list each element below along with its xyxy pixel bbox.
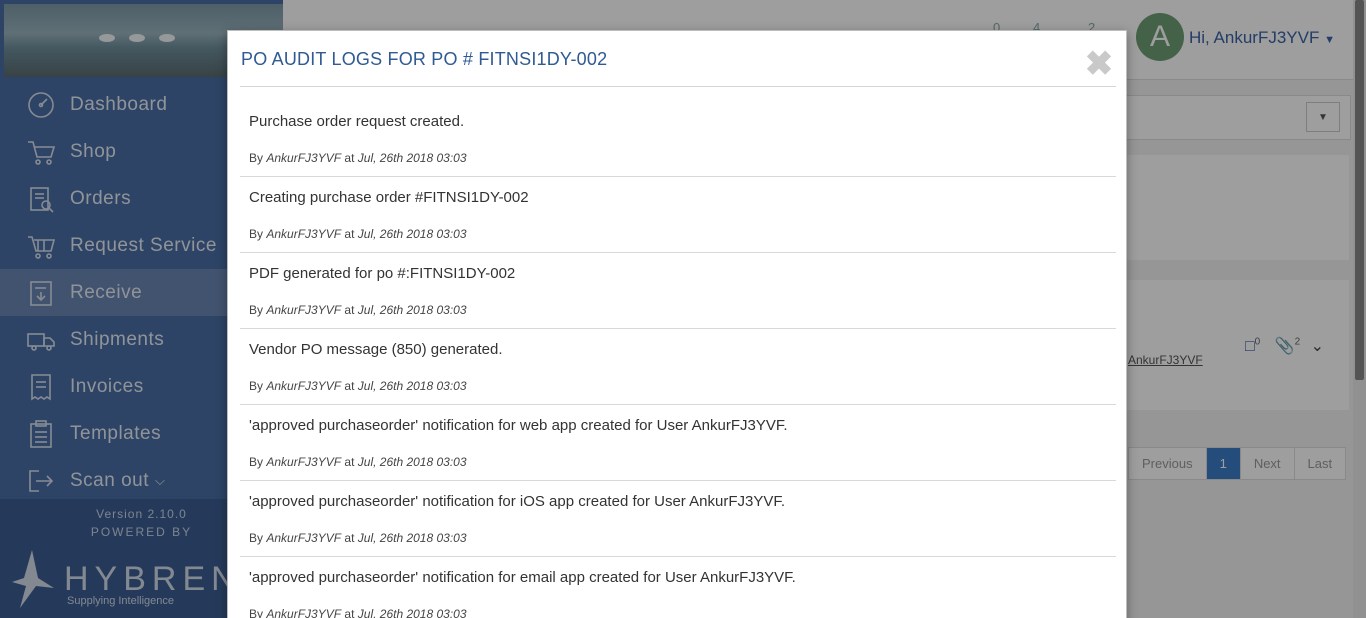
log-time: Jul, 26th 2018 03:03 (357, 455, 467, 469)
log-by-label: By (249, 607, 264, 618)
log-entry: PDF generated for po #:FITNSI1DY-002 By … (240, 253, 1116, 329)
log-meta: By AnkurFJ3YVF at Jul, 26th 2018 03:03 (249, 227, 467, 241)
log-by-label: By (249, 379, 264, 393)
close-icon[interactable]: ✖ (1084, 47, 1114, 81)
log-time: Jul, 26th 2018 03:03 (357, 227, 467, 241)
log-user: AnkurFJ3YVF (266, 151, 342, 165)
audit-log-modal: PO AUDIT LOGS FOR PO # FITNSI1DY-002 ✖ P… (227, 30, 1127, 618)
log-user: AnkurFJ3YVF (266, 303, 342, 317)
log-message: Vendor PO message (850) generated. (249, 341, 503, 358)
log-user: AnkurFJ3YVF (266, 379, 342, 393)
log-at-label: at (344, 151, 355, 165)
log-at-label: at (344, 455, 355, 469)
log-time: Jul, 26th 2018 03:03 (357, 303, 467, 317)
log-meta: By AnkurFJ3YVF at Jul, 26th 2018 03:03 (249, 455, 467, 469)
log-message: PDF generated for po #:FITNSI1DY-002 (249, 265, 516, 282)
log-user: AnkurFJ3YVF (266, 227, 342, 241)
log-time: Jul, 26th 2018 03:03 (357, 531, 467, 545)
log-user: AnkurFJ3YVF (266, 531, 342, 545)
log-meta: By AnkurFJ3YVF at Jul, 26th 2018 03:03 (249, 303, 467, 317)
log-entry: 'approved purchaseorder' notification fo… (240, 481, 1116, 557)
log-message: Purchase order request created. (249, 113, 465, 130)
modal-title: PO AUDIT LOGS FOR PO # FITNSI1DY-002 (241, 49, 608, 69)
log-entry: 'approved purchaseorder' notification fo… (240, 405, 1116, 481)
log-entry: Vendor PO message (850) generated. By An… (240, 329, 1116, 405)
log-meta: By AnkurFJ3YVF at Jul, 26th 2018 03:03 (249, 379, 467, 393)
log-at-label: at (344, 227, 355, 241)
log-time: Jul, 26th 2018 03:03 (357, 151, 467, 165)
divider (240, 86, 1116, 87)
audit-log-list: Purchase order request created. By Ankur… (240, 101, 1116, 618)
log-time: Jul, 26th 2018 03:03 (357, 379, 467, 393)
log-entry: Creating purchase order #FITNSI1DY-002 B… (240, 177, 1116, 253)
log-meta: By AnkurFJ3YVF at Jul, 26th 2018 03:03 (249, 607, 467, 618)
log-by-label: By (249, 151, 264, 165)
log-user: AnkurFJ3YVF (266, 455, 342, 469)
log-by-label: By (249, 303, 264, 317)
log-message: 'approved purchaseorder' notification fo… (249, 493, 786, 510)
log-message: 'approved purchaseorder' notification fo… (249, 417, 788, 434)
log-user: AnkurFJ3YVF (266, 607, 342, 618)
log-by-label: By (249, 455, 264, 469)
log-entry: 'approved purchaseorder' notification fo… (240, 557, 1116, 618)
log-at-label: at (344, 531, 355, 545)
log-entry: Purchase order request created. By Ankur… (240, 101, 1116, 177)
log-at-label: at (344, 607, 355, 618)
log-meta: By AnkurFJ3YVF at Jul, 26th 2018 03:03 (249, 531, 467, 545)
log-at-label: at (344, 303, 355, 317)
log-by-label: By (249, 531, 264, 545)
log-at-label: at (344, 379, 355, 393)
log-meta: By AnkurFJ3YVF at Jul, 26th 2018 03:03 (249, 151, 467, 165)
log-message: 'approved purchaseorder' notification fo… (249, 569, 796, 586)
log-message: Creating purchase order #FITNSI1DY-002 (249, 189, 529, 206)
log-by-label: By (249, 227, 264, 241)
log-time: Jul, 26th 2018 03:03 (357, 607, 467, 618)
